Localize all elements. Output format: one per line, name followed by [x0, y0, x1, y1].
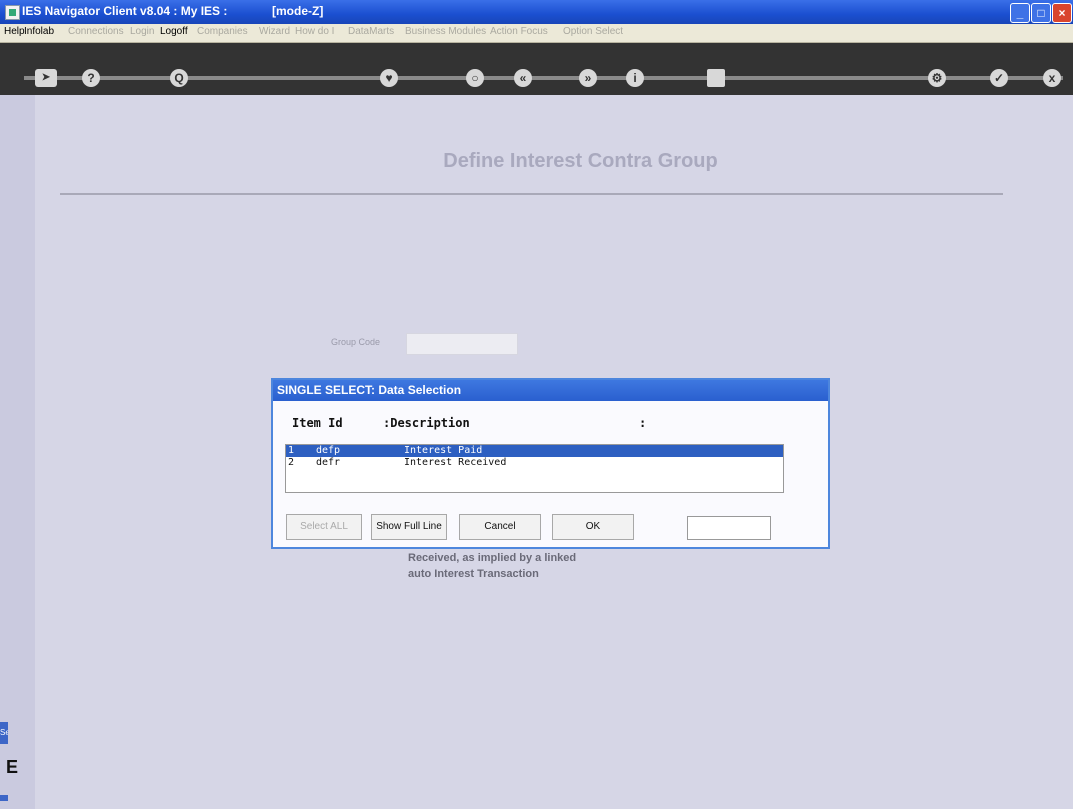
menu-help[interactable]: Help — [4, 26, 25, 37]
row-description: Interest Paid — [404, 445, 483, 456]
menu-how-do-i: How do I — [295, 26, 335, 37]
menu-business-modules: Business Modules — [405, 26, 487, 37]
close-icon[interactable]: x — [1043, 69, 1061, 87]
left-strip — [0, 95, 35, 809]
page-title: Define Interest Contra Group — [443, 150, 718, 172]
selection-list[interactable]: 1 defp Interest Paid 2 defr Interest Rec… — [285, 444, 784, 493]
list-item[interactable]: 1 defp Interest Paid — [286, 445, 783, 457]
mode-indicator: [mode-Z] — [272, 4, 324, 18]
ok-button[interactable]: OK — [552, 514, 634, 540]
title-divider — [60, 193, 1003, 195]
sidebar-tab[interactable]: Ser — [0, 722, 8, 744]
menu-wizard: Wizard — [259, 26, 291, 37]
list-item[interactable]: 2 defr Interest Received — [286, 457, 783, 469]
row-number: 1 — [288, 445, 295, 456]
row-item-id: defp — [316, 445, 341, 456]
column-header-extra: : — [639, 416, 647, 430]
title-bar[interactable]: IES Navigator Client v8.04 : My IES : [m… — [0, 0, 1073, 24]
column-header-item-id: Item Id — [292, 416, 343, 430]
back-icon[interactable]: « — [514, 69, 532, 87]
toolbar: ➤ ? Q ♥ ○ « » i ⚙ ✓ x — [0, 43, 1073, 95]
settings-icon[interactable]: ⚙ — [928, 69, 946, 87]
ok-icon[interactable]: ✓ — [990, 69, 1008, 87]
row-description: Interest Received — [404, 457, 507, 468]
cancel-button[interactable]: Cancel — [459, 514, 541, 540]
row-item-id: defr — [316, 457, 341, 468]
info-icon[interactable]: i — [626, 69, 644, 87]
dialog-search-input[interactable] — [687, 516, 771, 540]
app-window: IES Navigator Client v8.04 : My IES : [m… — [0, 0, 1073, 809]
heart-icon[interactable]: ♥ — [380, 69, 398, 87]
menu-connections: Connections — [68, 26, 124, 37]
help-text: Received, as implied by a linked auto In… — [408, 550, 576, 582]
show-full-line-button[interactable]: Show Full Line — [371, 514, 447, 540]
menu-companies: Companies — [197, 26, 248, 37]
row-number: 2 — [288, 457, 295, 468]
menu-action-focus: Action Focus — [490, 26, 548, 37]
help-text-line1: Received, as implied by a linked — [408, 552, 577, 564]
minimize-button[interactable]: _ — [1010, 3, 1030, 23]
maximize-button[interactable]: □ — [1031, 3, 1051, 23]
help-text-line2: auto Interest Transaction — [408, 568, 539, 580]
data-selection-dialog: SINGLE SELECT: Data Selection Item Id :D… — [271, 378, 830, 549]
menu-option-select: Option Select — [563, 26, 624, 37]
sidebar-glyph: E — [6, 757, 19, 777]
group-code-label: Group Code — [331, 337, 381, 347]
forward-icon[interactable]: » — [579, 69, 597, 87]
column-header-description: :Description — [383, 416, 470, 430]
refresh-icon[interactable]: ○ — [466, 69, 484, 87]
search-icon[interactable]: Q — [170, 69, 188, 87]
group-code-input[interactable] — [406, 333, 518, 355]
sidebar-bottom-tab[interactable] — [0, 795, 8, 801]
menu-login: Login — [130, 26, 155, 37]
arrow-icon[interactable]: ➤ — [35, 69, 57, 87]
square-icon[interactable] — [707, 69, 725, 87]
close-window-button[interactable]: × — [1052, 3, 1072, 23]
menu-logoff[interactable]: Logoff — [160, 26, 188, 37]
window-title: IES Navigator Client v8.04 : My IES : — [22, 4, 228, 18]
dialog-title[interactable]: SINGLE SELECT: Data Selection — [273, 380, 828, 401]
menu-bar: Help Infolab Connections Login Logoff Co… — [0, 24, 1073, 43]
help-icon[interactable]: ? — [82, 69, 100, 87]
menu-datamarts: DataMarts — [348, 26, 395, 37]
menu-infolab[interactable]: Infolab — [24, 26, 54, 37]
app-icon — [5, 5, 20, 20]
page-title-container: Define Interest Contra Group — [0, 150, 1073, 173]
select-all-button[interactable]: Select ALL — [286, 514, 362, 540]
